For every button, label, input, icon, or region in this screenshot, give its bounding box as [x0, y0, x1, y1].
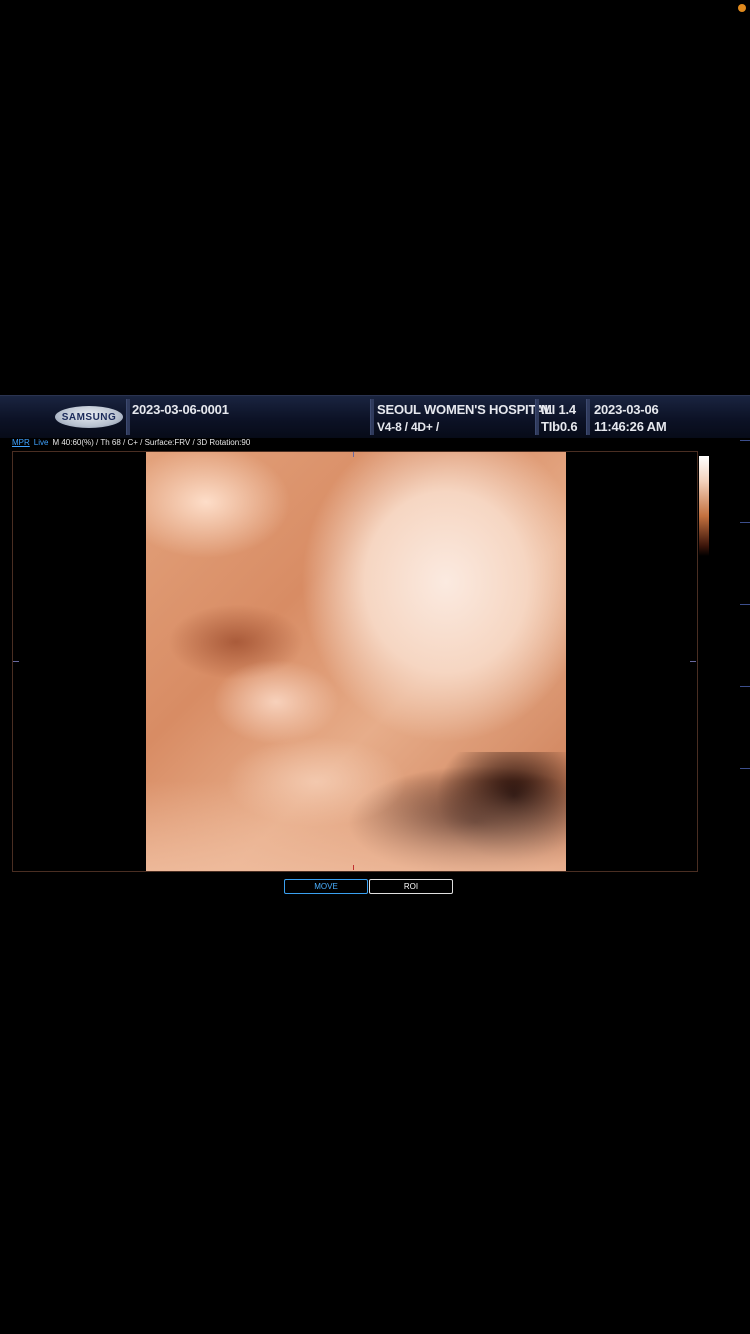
scale-mark — [740, 686, 750, 687]
3d-surface-render-image[interactable] — [146, 452, 566, 871]
exam-date: 2023-03-06 — [594, 402, 659, 417]
move-button[interactable]: MOVE — [284, 879, 368, 894]
ultrasound-header-bar: SAMSUNG 2023-03-06-0001 SEOUL WOMEN'S HO… — [0, 395, 750, 438]
live-tab[interactable]: Live — [34, 438, 49, 447]
patient-id: 2023-03-06-0001 — [132, 402, 229, 417]
top-center-tick — [353, 452, 354, 457]
header-divider — [535, 399, 539, 435]
roi-button[interactable]: ROI — [369, 879, 453, 894]
mpr-tab[interactable]: MPR — [12, 438, 30, 447]
hospital-name: SEOUL WOMEN'S HOSPITAL — [377, 402, 553, 417]
gray-color-map-bar — [699, 456, 709, 556]
scale-mark — [740, 440, 750, 441]
header-divider — [586, 399, 590, 435]
mechanical-index: MI 1.4 — [541, 402, 576, 417]
header-divider — [126, 399, 130, 435]
samsung-logo: SAMSUNG — [55, 406, 123, 428]
bottom-center-tick — [353, 865, 354, 870]
status-indicator-dot — [738, 4, 746, 12]
imaging-params: M 40:60(%) / Th 68 / C+ / Surface:FRV / … — [52, 438, 251, 447]
ultrasound-viewport[interactable]: ➹ — [12, 451, 698, 872]
probe-preset: V4-8 / 4D+ / — [377, 420, 439, 434]
exam-time: 11:46:26 AM — [594, 419, 667, 434]
thermal-index: TIb0.6 — [541, 419, 578, 434]
header-divider — [370, 399, 374, 435]
left-center-tick — [13, 661, 19, 662]
right-center-tick — [690, 661, 696, 662]
imaging-parameters-line: MPR Live M 40:60(%) / Th 68 / C+ / Surface… — [12, 438, 250, 447]
scale-mark — [740, 768, 750, 769]
scale-mark — [740, 522, 750, 523]
scale-mark — [740, 604, 750, 605]
